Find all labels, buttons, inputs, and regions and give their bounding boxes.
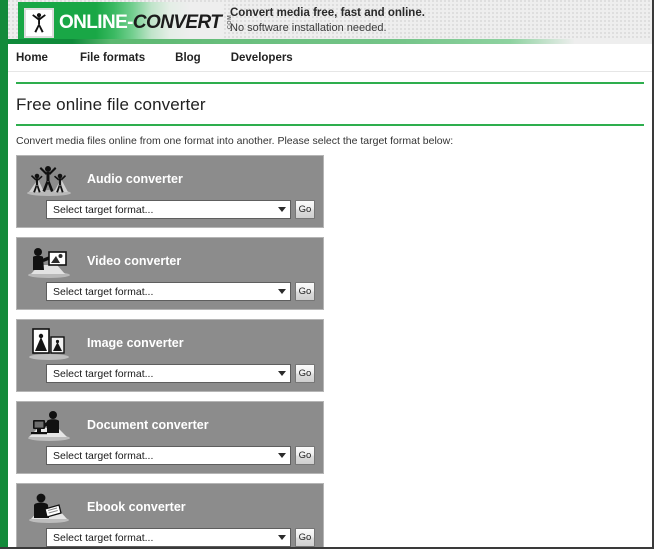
logo-text-online: ONLINE-	[59, 12, 134, 33]
go-button[interactable]: Go	[295, 364, 315, 383]
logo-wordmark: ONLINE-CONVERT .COM	[59, 12, 239, 34]
site-logo[interactable]: ONLINE-CONVERT .COM	[18, 2, 233, 44]
header-tagline: Convert media free, fast and online. No …	[230, 6, 425, 36]
card-controls: Select target format... Go	[25, 364, 315, 383]
card-controls: Select target format... Go	[25, 528, 315, 547]
nav-item-developers[interactable]: Developers	[231, 52, 293, 64]
left-green-rail	[0, 0, 8, 547]
chevron-down-icon	[278, 289, 286, 294]
person-at-computer-icon	[25, 407, 73, 443]
card-controls: Select target format... Go	[25, 282, 315, 301]
card-title: Audio converter	[87, 172, 183, 186]
card-title: Ebook converter	[87, 500, 186, 514]
person-filming-icon	[25, 243, 73, 279]
page-title: Free online file converter	[16, 95, 206, 114]
card-controls: Select target format... Go	[25, 200, 315, 219]
converter-card-audio[interactable]: Audio converter Select target format... …	[16, 155, 324, 228]
chevron-down-icon	[278, 453, 286, 458]
tagline-line-2: No software installation needed.	[230, 22, 387, 34]
main-navigation: Home File formats Blog Developers	[8, 44, 652, 72]
select-value: Select target format...	[53, 285, 154, 298]
go-button[interactable]: Go	[295, 446, 315, 465]
chevron-down-icon	[278, 207, 286, 212]
card-header: Document converter	[25, 407, 315, 443]
main-content: Free online file converter Convert media…	[8, 82, 652, 547]
converter-card-grid: Audio converter Select target format... …	[16, 155, 644, 547]
go-button[interactable]: Go	[295, 528, 315, 547]
go-button[interactable]: Go	[295, 282, 315, 301]
converter-card-ebook[interactable]: Ebook converter Select target format... …	[16, 483, 324, 547]
chevron-down-icon	[278, 535, 286, 540]
page-root: ONLINE-CONVERT .COM Convert media free, f…	[0, 0, 654, 549]
target-format-select[interactable]: Select target format...	[46, 528, 291, 547]
card-header: Video converter	[25, 243, 315, 279]
dancing-people-icon	[25, 161, 73, 197]
target-format-select[interactable]: Select target format...	[46, 282, 291, 301]
card-title: Document converter	[87, 418, 209, 432]
two-pictures-icon	[25, 325, 73, 361]
select-value: Select target format...	[53, 449, 154, 462]
nav-item-home[interactable]: Home	[16, 52, 48, 64]
person-raising-arms-icon	[24, 8, 54, 38]
go-button[interactable]: Go	[295, 200, 315, 219]
target-format-select[interactable]: Select target format...	[46, 364, 291, 383]
select-value: Select target format...	[53, 367, 154, 380]
logo-text-convert: CONVERT	[132, 12, 222, 33]
select-value: Select target format...	[53, 203, 154, 216]
card-header: Ebook converter	[25, 489, 315, 525]
nav-item-blog[interactable]: Blog	[175, 52, 201, 64]
site-header: ONLINE-CONVERT .COM Convert media free, f…	[8, 0, 652, 44]
chevron-down-icon	[278, 371, 286, 376]
converter-card-video[interactable]: Video converter Select target format... …	[16, 237, 324, 310]
target-format-select[interactable]: Select target format...	[46, 200, 291, 219]
tagline-line-1: Convert media free, fast and online.	[230, 7, 425, 19]
card-title: Image converter	[87, 336, 184, 350]
converter-card-document[interactable]: Document converter Select target format.…	[16, 401, 324, 474]
target-format-select[interactable]: Select target format...	[46, 446, 291, 465]
select-value: Select target format...	[53, 531, 154, 544]
card-header: Image converter	[25, 325, 315, 361]
card-controls: Select target format... Go	[25, 446, 315, 465]
intro-text: Convert media files online from one form…	[16, 135, 454, 147]
converter-card-image[interactable]: Image converter Select target format... …	[16, 319, 324, 392]
person-reading-tablet-icon	[25, 489, 73, 525]
card-header: Audio converter	[25, 161, 315, 197]
nav-item-file-formats[interactable]: File formats	[80, 52, 145, 64]
card-title: Video converter	[87, 254, 182, 268]
